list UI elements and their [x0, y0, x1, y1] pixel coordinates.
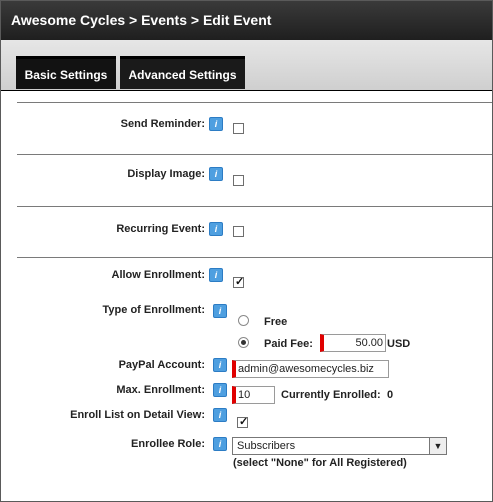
recurring-event-label: Recurring Event:: [116, 223, 205, 235]
help-icon[interactable]: i: [213, 304, 227, 318]
max-enrollment-input[interactable]: 10: [232, 386, 275, 404]
currency-label: USD: [387, 338, 411, 350]
radio-paid-fee[interactable]: [238, 337, 249, 348]
send-reminder-label: Send Reminder:: [120, 118, 205, 130]
help-icon[interactable]: i: [213, 437, 227, 451]
enroll-list-label: Enroll List on Detail View:: [70, 409, 205, 421]
type-of-enrollment-label: Type of Enrollment:: [102, 304, 205, 316]
recurring-event-checkbox[interactable]: [233, 226, 244, 237]
paypal-account-label: PayPal Account:: [118, 359, 205, 371]
radio-paid-fee-label: Paid Fee:: [264, 338, 313, 350]
currently-enrolled-value: 0: [387, 389, 394, 401]
currently-enrolled-label: Currently Enrolled:: [281, 389, 381, 401]
enroll-list-checkbox[interactable]: ✓: [237, 416, 249, 428]
section-divider: [17, 257, 492, 258]
help-icon[interactable]: i: [213, 383, 227, 397]
send-reminder-checkbox[interactable]: [233, 123, 244, 134]
help-icon[interactable]: i: [209, 268, 223, 282]
help-icon[interactable]: i: [209, 222, 223, 236]
checkmark-icon: ✓: [239, 416, 249, 428]
section-divider: [17, 154, 492, 155]
enrollee-role-note: (select "None" for All Registered): [233, 457, 407, 469]
help-icon[interactable]: i: [209, 167, 223, 181]
enrollee-role-label: Enrollee Role:: [131, 438, 205, 450]
edit-event-panel: Awesome Cycles > Events > Edit Event Bas…: [0, 0, 493, 502]
page-header: Awesome Cycles > Events > Edit Event: [1, 1, 492, 40]
paypal-account-input[interactable]: admin@awesomecycles.biz: [232, 360, 389, 378]
max-enrollment-label: Max. Enrollment:: [116, 384, 205, 396]
allow-enrollment-label: Allow Enrollment:: [111, 269, 206, 281]
enrollee-role-select[interactable]: Subscribers ▼: [232, 437, 447, 455]
checkmark-icon: ✓: [235, 276, 245, 288]
help-icon[interactable]: i: [209, 117, 223, 131]
radio-free[interactable]: [238, 315, 249, 326]
help-icon[interactable]: i: [213, 408, 227, 422]
tab-basic-settings[interactable]: Basic Settings: [16, 56, 116, 89]
dropdown-arrow-icon[interactable]: ▼: [429, 438, 446, 454]
section-divider: [17, 102, 492, 103]
paid-fee-input[interactable]: 50.00: [320, 334, 386, 352]
enrollee-role-value: Subscribers: [237, 440, 296, 452]
breadcrumb-title: Awesome Cycles > Events > Edit Event: [11, 12, 272, 28]
radio-free-label: Free: [264, 316, 288, 328]
display-image-label: Display Image:: [127, 168, 205, 180]
display-image-checkbox[interactable]: [233, 175, 244, 186]
allow-enrollment-checkbox[interactable]: ✓: [233, 276, 245, 288]
tab-advanced-settings[interactable]: Advanced Settings: [120, 56, 245, 89]
tab-bar: Basic Settings Advanced Settings: [1, 40, 492, 91]
section-divider: [17, 206, 492, 207]
help-icon[interactable]: i: [213, 358, 227, 372]
